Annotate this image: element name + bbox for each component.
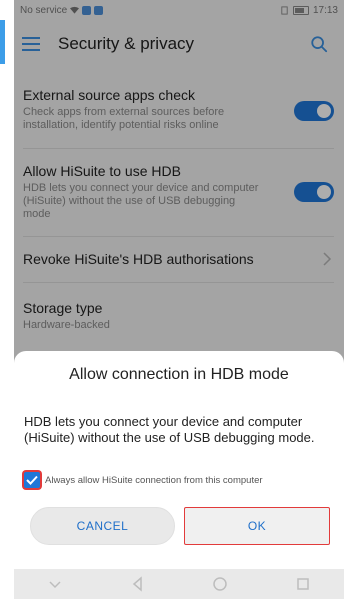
- hide-nav-icon[interactable]: [47, 576, 63, 592]
- dialog-message: HDB lets you connect your device and com…: [24, 414, 315, 445]
- checkmark-icon: [26, 475, 38, 485]
- hdb-connection-dialog: Allow connection in HDB mode HDB lets yo…: [14, 351, 344, 569]
- cancel-button[interactable]: CANCEL: [30, 507, 175, 545]
- navigation-bar: [14, 569, 344, 599]
- always-allow-checkbox[interactable]: [24, 472, 40, 488]
- ok-button[interactable]: OK: [184, 507, 330, 545]
- phone-screen: No service 17:13 Security & privacy Exte…: [14, 0, 344, 599]
- home-icon[interactable]: [212, 576, 228, 592]
- back-icon[interactable]: [130, 576, 146, 592]
- checkbox-label: Always allow HiSuite connection from thi…: [45, 474, 263, 486]
- left-accent-bar: [0, 20, 5, 64]
- dialog-title: Allow connection in HDB mode: [69, 366, 289, 383]
- left-edge: [0, 0, 14, 599]
- always-allow-row[interactable]: Always allow HiSuite connection from thi…: [24, 472, 263, 488]
- recents-icon[interactable]: [295, 576, 311, 592]
